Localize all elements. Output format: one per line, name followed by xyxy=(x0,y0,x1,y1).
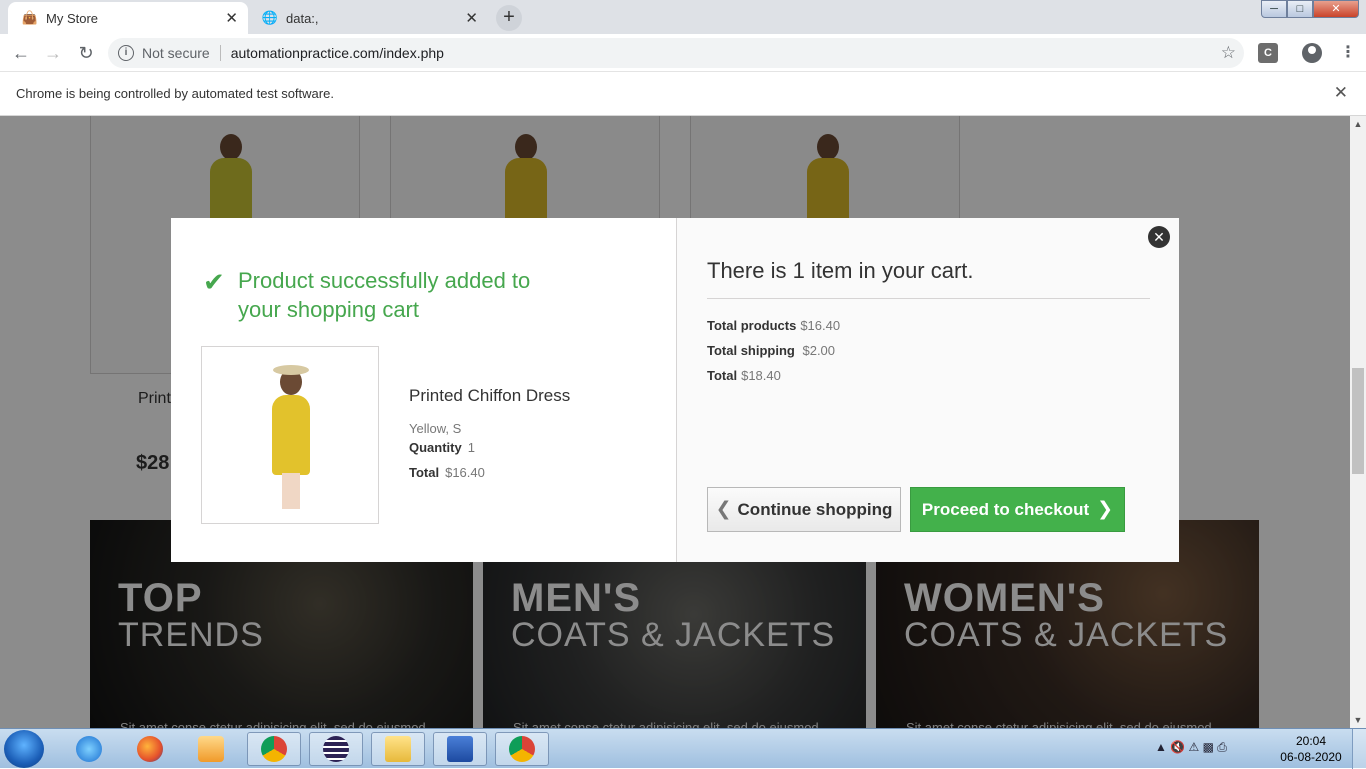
success-text: Product successfully added to your shopp… xyxy=(238,268,531,322)
firefox-icon[interactable] xyxy=(123,732,177,766)
cart-modal: ✔ Product successfully added to your sho… xyxy=(171,218,1179,562)
account-icon[interactable] xyxy=(1302,43,1322,63)
taskbar: ▲ 🔇 ⚠ ▩ ⎙ 20:04 06-08-2020 xyxy=(0,728,1366,769)
chrome-icon[interactable] xyxy=(247,732,301,766)
menu-icon[interactable]: ⋮ xyxy=(1338,43,1358,63)
eclipse-icon[interactable] xyxy=(309,732,363,766)
minimize-button[interactable]: ─ xyxy=(1261,0,1287,18)
cart-summary: Total products $16.40 Total shipping $2.0… xyxy=(707,318,840,393)
separator xyxy=(219,45,221,61)
bookmark-star-icon[interactable]: ☆ xyxy=(1221,43,1236,63)
chevron-left-icon: ❮ xyxy=(715,499,732,520)
word-icon[interactable] xyxy=(433,732,487,766)
total-shipping-value: $2.00 xyxy=(802,343,836,358)
security-label: Not secure xyxy=(142,45,210,61)
total-shipping-row: Total shipping $2.00 xyxy=(707,343,840,368)
tab-title: My Store xyxy=(46,10,99,26)
clock-date: 06-08-2020 xyxy=(1280,750,1342,764)
cart-title: There is 1 item in your cart. xyxy=(707,258,974,283)
url-text[interactable]: automationpractice.com/index.php xyxy=(231,45,444,61)
automation-notice: Chrome is being controlled by automated … xyxy=(16,86,334,101)
start-button[interactable] xyxy=(4,730,44,768)
dress-image xyxy=(256,361,326,511)
cart-total-row: Total $18.40 xyxy=(707,368,840,393)
cart-total-label: Total xyxy=(707,368,738,383)
address-bar: ← → ↻ i Not secure automationpractice.co… xyxy=(0,34,1366,72)
check-icon: ✔ xyxy=(203,267,225,297)
product-name: Printed Chiffon Dress xyxy=(409,386,571,405)
checkout-label: Proceed to checkout xyxy=(921,499,1090,519)
tab-bar: 👜 My Store ✕ 🌐 data:, ✕ + ─ □ ✕ xyxy=(0,0,1366,34)
scroll-down-icon[interactable]: ▼ xyxy=(1350,712,1366,728)
product-total-row: Total $16.40 xyxy=(409,465,570,480)
omnibox[interactable]: i Not secure automationpractice.com/inde… xyxy=(108,38,1244,68)
info-icon[interactable]: i xyxy=(118,45,134,61)
scrollbar-thumb[interactable] xyxy=(1352,368,1364,474)
continue-shopping-button[interactable]: ❮ Continue shopping xyxy=(707,487,901,532)
modal-close-icon[interactable]: ✕ xyxy=(1148,226,1170,248)
tab-my-store[interactable]: 👜 My Store ✕ xyxy=(8,2,248,34)
total-products-label: Total products xyxy=(707,318,797,333)
automation-infobar: Chrome is being controlled by automated … xyxy=(0,72,1366,116)
shopping-bag-icon: 👜 xyxy=(21,10,39,25)
show-desktop-button[interactable] xyxy=(1352,729,1366,769)
clock-time: 20:04 xyxy=(1295,734,1327,748)
quantity-row: Quantity 1 xyxy=(409,440,570,455)
system-tray-icons[interactable]: ▲ 🔇 ⚠ ▩ ⎙ xyxy=(1155,740,1227,755)
product-attributes: Yellow, S xyxy=(409,421,462,436)
quantity-value: 1 xyxy=(467,440,475,455)
internet-explorer-icon[interactable] xyxy=(62,732,116,766)
chrome-icon[interactable] xyxy=(495,732,549,766)
total-shipping-label: Total shipping xyxy=(707,343,795,358)
modal-product-panel: ✔ Product successfully added to your sho… xyxy=(171,218,676,562)
window-close-button[interactable]: ✕ xyxy=(1313,0,1359,18)
maximize-button[interactable]: □ xyxy=(1287,0,1313,18)
continue-shopping-label: Continue shopping xyxy=(737,499,893,519)
quantity-label: Quantity xyxy=(409,440,462,455)
back-icon[interactable]: ← xyxy=(10,42,32,64)
vertical-scrollbar[interactable]: ▲ ▼ xyxy=(1350,116,1366,728)
scroll-up-icon[interactable]: ▲ xyxy=(1350,116,1366,132)
reload-icon[interactable]: ↻ xyxy=(75,42,97,64)
total-value: $16.40 xyxy=(445,465,485,480)
total-products-row: Total products $16.40 xyxy=(707,318,840,343)
cart-total-value: $18.40 xyxy=(741,368,781,383)
chevron-right-icon: ❯ xyxy=(1097,499,1114,520)
infobar-close-icon[interactable]: ✕ xyxy=(1334,83,1348,103)
tab-title: data:, xyxy=(286,10,319,26)
product-info: Printed Chiffon Dress Yellow, S Quantity… xyxy=(409,386,570,480)
product-thumbnail xyxy=(201,346,379,524)
tab-close-icon[interactable]: ✕ xyxy=(465,9,478,27)
total-label: Total xyxy=(409,465,440,480)
clock[interactable]: 20:04 06-08-2020 xyxy=(1278,733,1344,765)
modal-cart-panel: There is 1 item in your cart. Total prod… xyxy=(676,218,1179,562)
media-player-icon[interactable] xyxy=(184,732,238,766)
file-explorer-icon[interactable] xyxy=(371,732,425,766)
extension-icon[interactable]: C xyxy=(1258,43,1278,63)
total-products-value: $16.40 xyxy=(800,318,841,333)
forward-icon[interactable]: → xyxy=(42,42,64,64)
divider xyxy=(707,298,1150,299)
proceed-to-checkout-button[interactable]: Proceed to checkout ❯ xyxy=(910,487,1125,532)
tab-data[interactable]: 🌐 data:, ✕ xyxy=(248,2,488,34)
new-tab-button[interactable]: + xyxy=(496,5,522,31)
globe-icon: 🌐 xyxy=(261,10,279,25)
tab-close-icon[interactable]: ✕ xyxy=(225,9,238,27)
